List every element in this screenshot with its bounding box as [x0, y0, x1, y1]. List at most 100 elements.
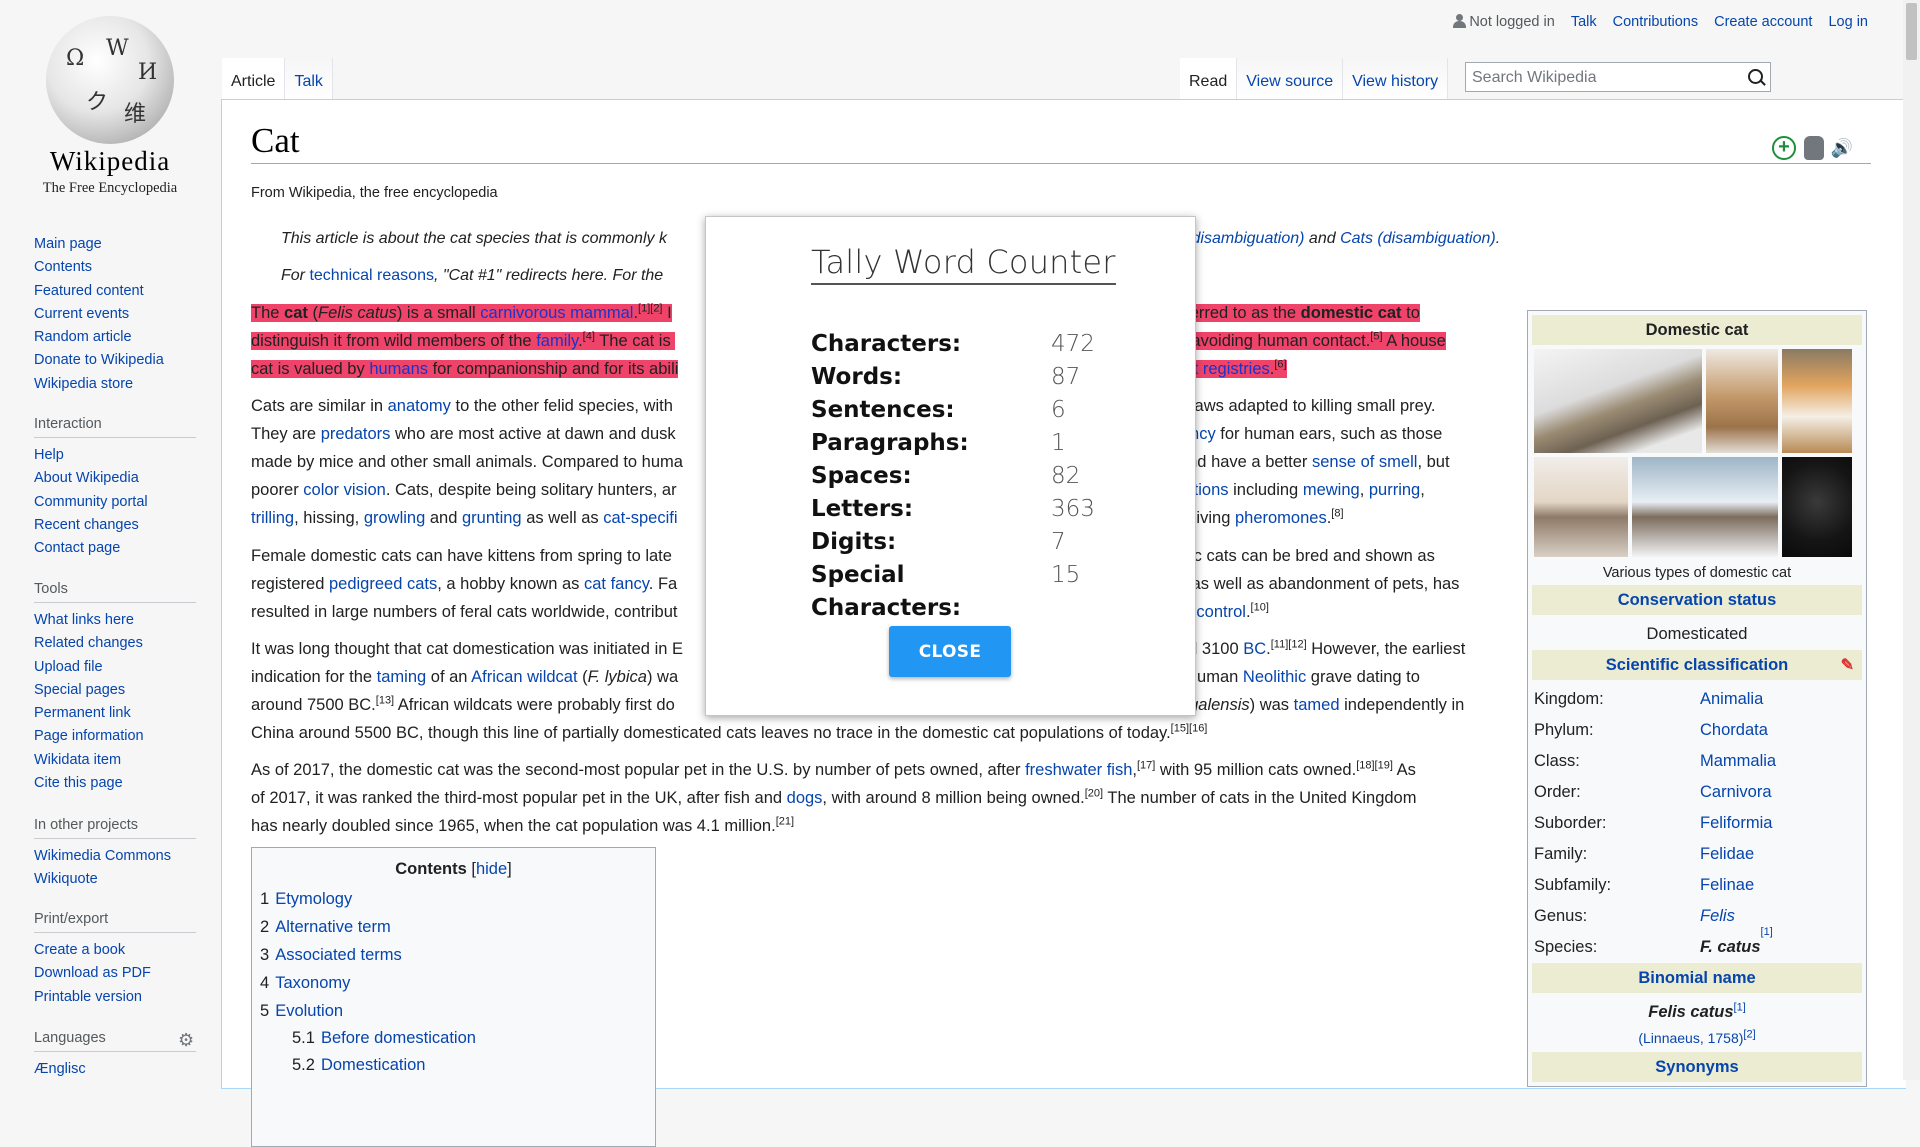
toc-hide-link[interactable]: hide [476, 860, 507, 878]
stat-value: 363 [1051, 496, 1095, 522]
binomial-name-heading[interactable]: Binomial name [1532, 963, 1862, 993]
search-input[interactable] [1466, 63, 1738, 93]
languages-portal: Languages ⚙ Ænglisc [34, 1030, 204, 1081]
namespace-tabs: Article Talk [222, 58, 333, 100]
tab-article[interactable]: Article [222, 58, 286, 100]
print-create-book[interactable]: Create a book [34, 939, 204, 962]
tool-permanent-link[interactable]: Permanent link [34, 702, 204, 725]
tool-special-pages[interactable]: Special pages [34, 679, 204, 702]
technical-reasons-link[interactable]: technical reasons [309, 267, 434, 284]
tool-page-information[interactable]: Page information [34, 725, 204, 748]
tool-what-links-here[interactable]: What links here [34, 609, 204, 632]
projects-portal: In other projects Wikimedia Commons Wiki… [34, 817, 204, 892]
view-tabs: Read View source View history [1180, 58, 1449, 100]
good-article-plus-icon[interactable]: + [1772, 136, 1796, 160]
stat-label: Special Characters: [811, 562, 962, 621]
stat-value: 15 [1051, 562, 1081, 588]
stat-label: Spaces: [811, 463, 912, 489]
tab-view-source[interactable]: View source [1237, 58, 1344, 100]
toc-subitem[interactable]: 5.1 Before domestication [260, 1025, 655, 1052]
language-item[interactable]: Ænglisc [34, 1058, 204, 1081]
toc-item[interactable]: 2 Alternative term [260, 913, 655, 941]
contributions-link[interactable]: Contributions [1613, 14, 1698, 30]
cat-photo-abyssinian[interactable] [1706, 349, 1778, 453]
gear-icon[interactable]: ⚙ [178, 1030, 194, 1051]
cat-photo-lying[interactable] [1534, 349, 1702, 453]
nav-random-article[interactable]: Random article [34, 326, 204, 349]
nav-contents[interactable]: Contents [34, 256, 204, 279]
nav-community-portal[interactable]: Community portal [34, 491, 204, 514]
synonyms-heading[interactable]: Synonyms [1532, 1052, 1862, 1082]
tool-related-changes[interactable]: Related changes [34, 632, 204, 655]
edit-pencil-icon[interactable]: ✎ [1841, 655, 1854, 675]
tool-cite-this-page[interactable]: Cite this page [34, 772, 204, 795]
page-indicators: + 🔊 [1772, 136, 1854, 160]
table-of-contents: Contents [hide] 1 Etymology 2 Alternative … [251, 847, 656, 1147]
stat-label: Paragraphs: [811, 430, 969, 456]
print-printable-version[interactable]: Printable version [34, 986, 204, 1009]
tool-wikidata-item[interactable]: Wikidata item [34, 749, 204, 772]
project-wikiquote[interactable]: Wikiquote [34, 868, 204, 891]
interaction-heading: Interaction [34, 416, 196, 438]
login-link[interactable]: Log in [1828, 14, 1868, 30]
taxon-row: Genus: Felis [1534, 907, 1735, 925]
stat-row: Characters: 472 [811, 328, 1095, 361]
page-scrollbar[interactable] [1903, 0, 1920, 1080]
languages-heading: Languages [34, 1030, 196, 1052]
hatnote-1-and: and [1304, 230, 1341, 247]
project-commons[interactable]: Wikimedia Commons [34, 845, 204, 868]
stat-value: 1 [1051, 430, 1066, 456]
toc-title-text: Contents [395, 860, 467, 878]
toc-item[interactable]: 3 Associated terms [260, 941, 655, 969]
tab-read[interactable]: Read [1180, 58, 1238, 100]
taxon-row: Kingdom: Animalia [1534, 690, 1764, 708]
tab-view-history[interactable]: View history [1343, 58, 1449, 100]
taxon-row: Class: Mammalia [1534, 752, 1777, 770]
print-download-pdf[interactable]: Download as PDF [34, 962, 204, 985]
stat-row: Digits: 7 [811, 526, 1095, 559]
conservation-status-heading[interactable]: Conservation status [1532, 585, 1862, 615]
hatnote-2: For technical reasons, "Cat #1" redirect… [281, 267, 663, 285]
nav-help[interactable]: Help [34, 444, 204, 467]
toc-item[interactable]: 5 Evolution [260, 997, 655, 1025]
projects-heading: In other projects [34, 817, 196, 839]
taxon-row: Species: F. catus [1] [1534, 926, 1773, 957]
toc-subitem[interactable]: 5.2 Domestication [260, 1052, 655, 1079]
cat-photo-siamese[interactable] [1534, 457, 1628, 557]
nav-featured-content[interactable]: Featured content [34, 280, 204, 303]
nav-store[interactable]: Wikipedia store [34, 373, 204, 396]
nav-current-events[interactable]: Current events [34, 303, 204, 326]
interaction-portal: Interaction Help About Wikipedia Communi… [34, 416, 204, 560]
stat-row: Letters: 363 [811, 493, 1095, 526]
audio-speaker-icon[interactable]: 🔊 [1830, 136, 1854, 160]
cats-disambiguation-link[interactable]: Cats (disambiguation) [1340, 230, 1496, 247]
toc-item[interactable]: 4 Taxonomy [260, 969, 655, 997]
toc-title: Contents [hide] [395, 860, 512, 878]
nav-about[interactable]: About Wikipedia [34, 467, 204, 490]
tools-heading: Tools [34, 581, 196, 603]
nav-main-page[interactable]: Main page [34, 233, 204, 256]
wikipedia-logo[interactable]: ΩWИ ク维 Wikipedia The Free Encyclopedia [30, 16, 190, 196]
print-heading: Print/export [34, 911, 196, 933]
scrollbar-thumb[interactable] [1906, 3, 1917, 60]
nav-recent-changes[interactable]: Recent changes [34, 514, 204, 537]
cat-photo-orange[interactable] [1782, 349, 1852, 453]
user-talk-link[interactable]: Talk [1571, 14, 1597, 30]
cat-photo-snow[interactable] [1632, 457, 1778, 557]
nav-contact-page[interactable]: Contact page [34, 537, 204, 560]
nav-donate[interactable]: Donate to Wikipedia [34, 349, 204, 372]
scientific-classification-label[interactable]: Scientific classification [1606, 656, 1788, 674]
toc-item[interactable]: 1 Etymology [260, 885, 655, 913]
cat-photo-black[interactable] [1782, 457, 1852, 557]
site-tagline: From Wikipedia, the free encyclopedia [251, 185, 498, 201]
lock-icon[interactable] [1804, 136, 1824, 160]
close-button[interactable]: CLOSE [889, 626, 1011, 677]
paragraph-5: As of 2017, the domestic cat was the sec… [251, 759, 1417, 835]
create-account-link[interactable]: Create account [1714, 14, 1812, 30]
tab-talk[interactable]: Talk [285, 58, 333, 100]
stat-label: Words: [811, 364, 903, 390]
search-icon[interactable] [1748, 69, 1763, 84]
tools-portal: Tools What links here Related changes Up… [34, 581, 204, 795]
tool-upload-file[interactable]: Upload file [34, 656, 204, 679]
taxon-row: Subfamily: Felinae [1534, 876, 1755, 894]
